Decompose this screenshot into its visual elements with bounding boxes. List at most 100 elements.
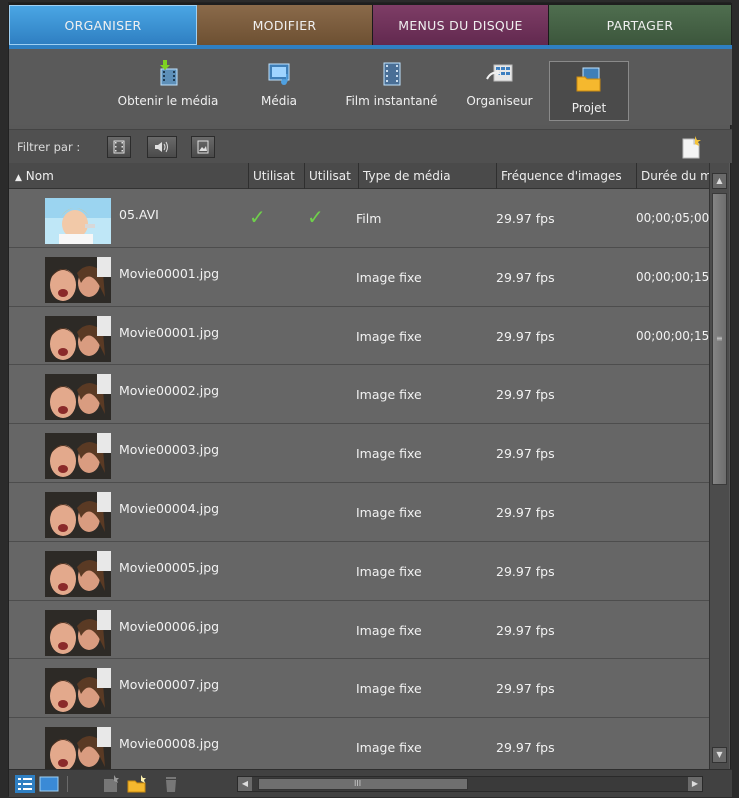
- media-type: Image fixe: [356, 387, 422, 403]
- column-header-duration[interactable]: Durée du m: [637, 163, 709, 189]
- media-type: Image fixe: [356, 622, 422, 638]
- media-type: Image fixe: [356, 504, 422, 520]
- audio-filter-button[interactable]: [147, 136, 177, 158]
- media-icon: [268, 63, 290, 85]
- project-button[interactable]: Projet: [549, 61, 629, 121]
- frame-rate: 29.97 fps: [496, 269, 555, 285]
- organizer-button[interactable]: Organiseur: [457, 59, 542, 119]
- table-row[interactable]: Movie00001.jpg Image fixe 29.97 fps 00;0…: [9, 306, 709, 366]
- instant-movie-icon: [383, 62, 400, 86]
- scroll-right-icon[interactable]: ▶: [688, 777, 702, 791]
- photo-thumbnail: [45, 668, 111, 715]
- sort-ascending-icon: ▲: [15, 173, 22, 183]
- media-type: Image fixe: [356, 740, 422, 756]
- bottom-bar: ◀ III ▶: [9, 769, 732, 797]
- audio-filter-icon: [155, 141, 168, 153]
- tab-partager[interactable]: PARTAGER: [549, 5, 732, 45]
- list-view-icon[interactable]: [15, 775, 35, 793]
- filter-label: Filtrer par :: [17, 140, 81, 154]
- tab-menus-du-disque[interactable]: MENUS DU DISQUE: [373, 5, 549, 45]
- media-type: Film: [356, 211, 382, 226]
- horizontal-scrollbar[interactable]: ◀ III ▶: [237, 776, 703, 792]
- video-filter-button[interactable]: [107, 136, 131, 158]
- icon-view-icon[interactable]: [39, 775, 59, 793]
- horizontal-scroll-thumb[interactable]: III: [258, 778, 468, 790]
- media-name: Movie00004.jpg: [119, 500, 220, 516]
- media-name: 05.AVI: [119, 207, 159, 222]
- video-filter-icon: [113, 140, 125, 154]
- get-media-button[interactable]: Obtenir le média: [109, 59, 227, 119]
- media-type: Image fixe: [356, 446, 422, 462]
- image-filter-button[interactable]: [191, 136, 215, 158]
- organise-toolbar: Obtenir le média Média Film instantané O…: [9, 49, 732, 125]
- column-header-media-type[interactable]: Type de média: [359, 163, 497, 189]
- scroll-up-icon[interactable]: ▲: [712, 173, 727, 189]
- organizer-label: Organiseur: [466, 94, 533, 108]
- project-panel: ORGANISER MODIFIER MENUS DU DISQUE PARTA…: [8, 2, 732, 797]
- photo-thumbnail: [45, 315, 111, 362]
- frame-rate: 29.97 fps: [496, 622, 555, 638]
- media-name: Movie00006.jpg: [119, 618, 220, 634]
- frame-rate: 29.97 fps: [496, 211, 555, 226]
- organizer-icon: [485, 64, 512, 82]
- column-name-label: Nom: [25, 169, 54, 183]
- instant-movie-button[interactable]: Film instantané: [339, 59, 444, 119]
- photo-thumbnail: [45, 609, 111, 656]
- scroll-grip-icon: ≡: [716, 334, 723, 343]
- media-name: Movie00003.jpg: [119, 442, 220, 458]
- photo-thumbnail: [45, 256, 111, 303]
- used-check-icon: ✓: [249, 205, 266, 229]
- media-duration: 00;00;05;00: [636, 211, 709, 225]
- table-row[interactable]: 05.AVI ✓ ✓ Film 29.97 fps 00;00;05;00: [9, 189, 709, 248]
- photo-thumbnail: [45, 491, 111, 538]
- project-label: Projet: [571, 101, 607, 115]
- table-header: ▲ Nom Utilisat Utilisat Type de média Fr…: [9, 163, 709, 189]
- column-header-used-1[interactable]: Utilisat: [249, 163, 305, 189]
- frame-rate: 29.97 fps: [496, 681, 555, 697]
- media-name: Movie00002.jpg: [119, 383, 220, 399]
- column-header-name[interactable]: ▲ Nom: [9, 163, 249, 189]
- scroll-left-icon[interactable]: ◀: [238, 777, 252, 791]
- media-name: Movie00001.jpg: [119, 265, 220, 281]
- scroll-down-icon[interactable]: ▼: [712, 747, 727, 763]
- table-row[interactable]: Movie00006.jpg Image fixe 29.97 fps: [9, 600, 709, 660]
- media-type: Image fixe: [356, 328, 422, 344]
- media-name: Movie00001.jpg: [119, 324, 220, 340]
- photo-thumbnail: [45, 374, 111, 421]
- media-type: Image fixe: [356, 563, 422, 579]
- scroll-grip-label: III: [354, 779, 362, 788]
- table-row[interactable]: Movie00005.jpg Image fixe 29.97 fps: [9, 541, 709, 601]
- frame-rate: 29.97 fps: [496, 504, 555, 520]
- table-row[interactable]: Movie00001.jpg Image fixe 29.97 fps 00;0…: [9, 247, 709, 307]
- frame-rate: 29.97 fps: [496, 740, 555, 756]
- filter-bar: Filtrer par :: [9, 129, 732, 163]
- column-header-frame-rate[interactable]: Fréquence d'images: [497, 163, 637, 189]
- new-item-icon[interactable]: [680, 136, 702, 160]
- vertical-scrollbar[interactable]: ▲ ≡ ▼: [709, 163, 729, 769]
- used-check-icon: ✓: [307, 205, 324, 229]
- tab-modifier[interactable]: MODIFIER: [197, 5, 373, 45]
- photo-thumbnail: [45, 433, 111, 480]
- table-row[interactable]: Movie00004.jpg Image fixe 29.97 fps: [9, 482, 709, 542]
- media-button[interactable]: Média: [249, 59, 309, 119]
- table-row[interactable]: Movie00003.jpg Image fixe 29.97 fps: [9, 424, 709, 483]
- tab-organiser[interactable]: ORGANISER: [9, 5, 197, 45]
- media-name: Movie00007.jpg: [119, 677, 220, 693]
- table-row[interactable]: Movie00008.jpg Image fixe 29.97 fps: [9, 718, 709, 769]
- image-filter-icon: [197, 140, 209, 154]
- video-thumbnail: [45, 198, 111, 244]
- frame-rate: 29.97 fps: [496, 446, 555, 462]
- delete-icon[interactable]: [161, 775, 181, 793]
- media-type: Image fixe: [356, 269, 422, 285]
- new-item-icon[interactable]: [101, 775, 121, 793]
- new-folder-icon[interactable]: [127, 775, 147, 793]
- table-row[interactable]: Movie00002.jpg Image fixe 29.97 fps: [9, 365, 709, 425]
- vertical-scroll-thumb[interactable]: ≡: [712, 193, 727, 485]
- column-header-used-2[interactable]: Utilisat: [305, 163, 359, 189]
- media-name: Movie00005.jpg: [119, 559, 220, 575]
- get-media-label: Obtenir le média: [117, 94, 219, 108]
- media-duration: 00;00;00;15: [636, 269, 709, 284]
- table-row[interactable]: Movie00007.jpg Image fixe 29.97 fps: [9, 659, 709, 719]
- media-duration: 00;00;00;15: [636, 328, 709, 343]
- toolbar-divider: [67, 776, 68, 792]
